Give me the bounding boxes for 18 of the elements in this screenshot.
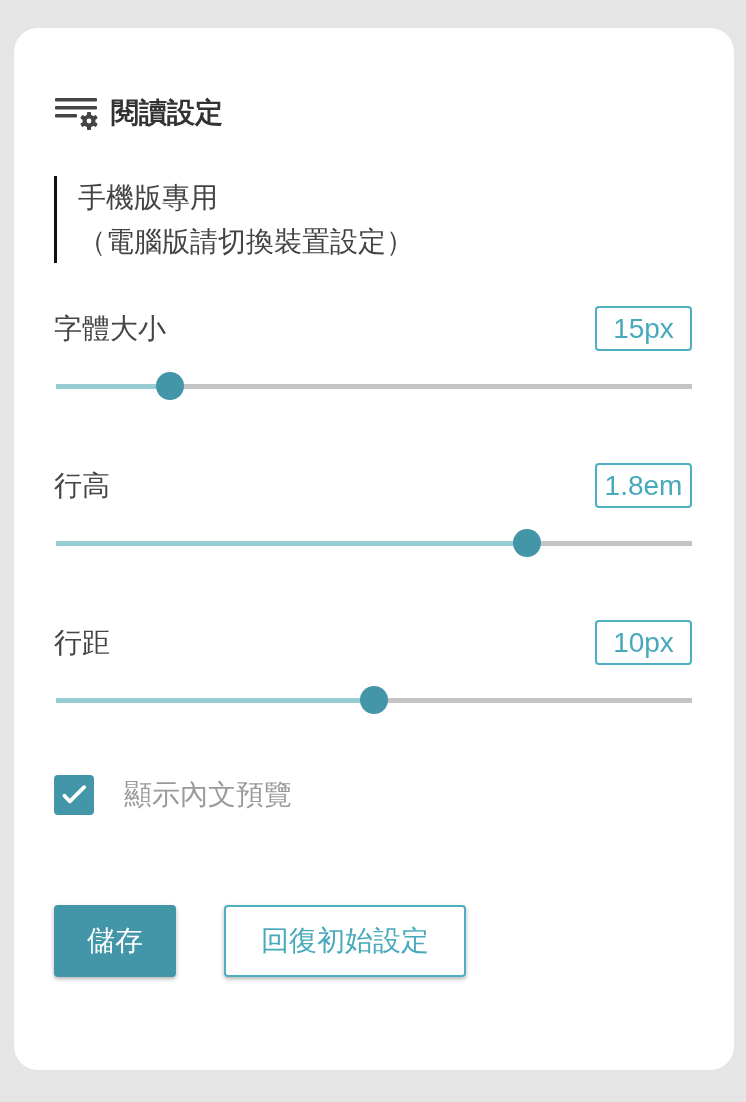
note-text: 手機版專用 <box>78 181 218 215</box>
panel-title: 閱讀設定 <box>111 96 223 130</box>
check-icon <box>62 785 86 805</box>
note-text: （電腦版請切換裝置設定） <box>78 224 414 259</box>
slider-thumb[interactable] <box>512 529 541 557</box>
value-readout: 15px <box>595 306 692 351</box>
checkbox[interactable] <box>54 775 94 815</box>
slider-label: 行高 <box>54 468 110 503</box>
action-button[interactable]: 回復初始設定 <box>224 905 466 977</box>
value-readout: 1.8em <box>595 463 692 508</box>
list-gear-icon <box>55 96 99 130</box>
slider-thumb[interactable] <box>156 372 185 400</box>
checkbox-label: 顯示內文預覽 <box>124 778 292 812</box>
value-readout: 10px <box>595 620 692 665</box>
slider-label: 行距 <box>54 625 110 660</box>
slider-label: 字體大小 <box>54 311 166 346</box>
action-button[interactable]: 儲存 <box>54 905 176 977</box>
slider-thumb[interactable] <box>360 686 388 714</box>
